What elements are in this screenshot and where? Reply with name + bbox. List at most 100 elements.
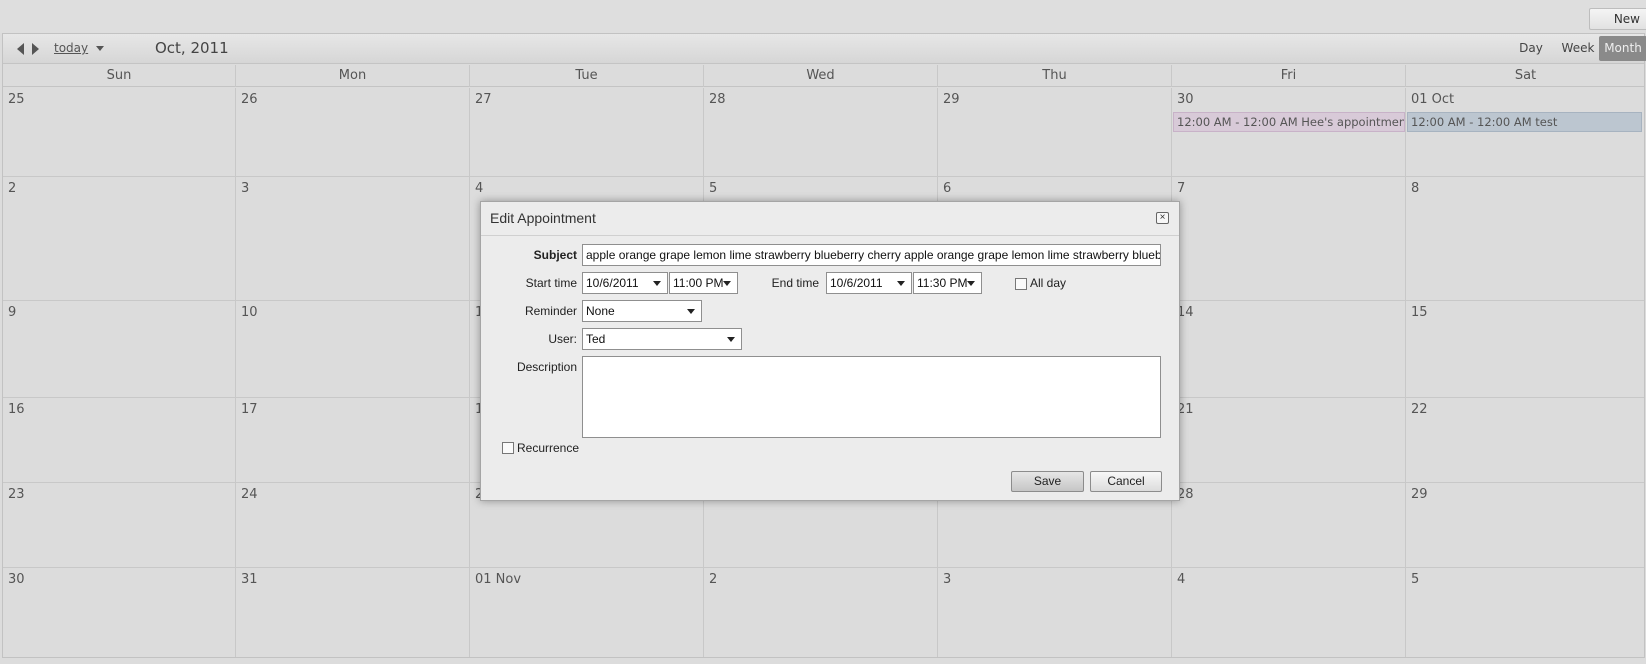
day-cell[interactable]: 2 bbox=[3, 177, 236, 300]
end-time-select[interactable]: 11:30 PM bbox=[913, 272, 982, 294]
day-cell[interactable]: 23 bbox=[3, 483, 236, 567]
day-number: 5 bbox=[1411, 572, 1420, 587]
day-number: 30 bbox=[1177, 92, 1194, 107]
day-cell[interactable]: 3 bbox=[938, 568, 1172, 657]
day-number: 27 bbox=[475, 92, 492, 107]
day-cell[interactable]: 26 bbox=[236, 88, 470, 176]
day-cell[interactable]: 31 bbox=[236, 568, 470, 657]
day-cell[interactable]: 30 12:00 AM - 12:00 AM Hee's appointment bbox=[1172, 88, 1406, 176]
edit-appointment-dialog: Edit Appointment × Subject apple orange … bbox=[480, 201, 1180, 501]
subject-input[interactable]: apple orange grape lemon lime strawberry… bbox=[582, 244, 1161, 266]
day-cell[interactable]: 01 Nov bbox=[470, 568, 704, 657]
day-cell[interactable]: 17 bbox=[236, 398, 470, 482]
day-cell[interactable]: 3 bbox=[236, 177, 470, 300]
day-number: 7 bbox=[1177, 181, 1186, 196]
day-number: 25 bbox=[8, 92, 25, 107]
day-number: 10 bbox=[241, 305, 258, 320]
start-date-picker[interactable]: 10/6/2011 bbox=[582, 272, 668, 294]
user-select[interactable]: Ted bbox=[582, 328, 742, 350]
day-number: 3 bbox=[241, 181, 250, 196]
day-number: 30 bbox=[8, 572, 25, 587]
day-number: 24 bbox=[241, 487, 258, 502]
today-link[interactable]: today bbox=[54, 41, 88, 55]
day-cell[interactable]: 10 bbox=[236, 301, 470, 397]
day-number: 01 Nov bbox=[475, 572, 522, 587]
day-number: 8 bbox=[1411, 181, 1420, 196]
week-view-button[interactable]: Week bbox=[1556, 36, 1600, 61]
calendar-toolbar: today Oct, 2011 Day Week Month bbox=[3, 34, 1646, 64]
new-button[interactable]: New bbox=[1588, 8, 1646, 30]
day-cell[interactable]: 29 bbox=[938, 88, 1172, 176]
day-number: 29 bbox=[1411, 487, 1428, 502]
user-value: Ted bbox=[586, 332, 606, 346]
month-title: Oct, 2011 bbox=[155, 39, 229, 57]
weekday-sun: Sun bbox=[3, 65, 236, 87]
date-picker-dropdown-icon[interactable] bbox=[96, 46, 104, 51]
day-cell[interactable]: 8 bbox=[1406, 177, 1645, 300]
start-time-label: Start time bbox=[525, 276, 577, 290]
day-cell[interactable]: 15 bbox=[1406, 301, 1645, 397]
weekday-thu: Thu bbox=[938, 65, 1172, 87]
all-day-checkbox[interactable] bbox=[1015, 278, 1027, 290]
day-number: 29 bbox=[943, 92, 960, 107]
day-cell[interactable]: 21 bbox=[1172, 398, 1406, 482]
user-label: User: bbox=[548, 332, 577, 346]
day-number: 15 bbox=[1411, 305, 1428, 320]
day-number: 31 bbox=[241, 572, 258, 587]
end-date-value: 10/6/2011 bbox=[830, 276, 883, 290]
start-date-value: 10/6/2011 bbox=[586, 276, 639, 290]
event-hees-appointment[interactable]: 12:00 AM - 12:00 AM Hee's appointment bbox=[1173, 112, 1405, 132]
recurrence-checkbox[interactable] bbox=[502, 442, 514, 454]
recurrence-label: Recurrence bbox=[517, 441, 580, 455]
day-number: 16 bbox=[8, 402, 25, 417]
day-cell[interactable]: 14 bbox=[1172, 301, 1406, 397]
day-cell[interactable]: 4 bbox=[1172, 568, 1406, 657]
next-arrow-icon[interactable] bbox=[32, 43, 39, 55]
close-icon[interactable]: × bbox=[1156, 212, 1169, 224]
day-number: 6 bbox=[943, 181, 952, 196]
description-textarea[interactable] bbox=[582, 356, 1161, 438]
day-cell[interactable]: 29 bbox=[1406, 483, 1645, 567]
chevron-down-icon bbox=[727, 337, 735, 342]
end-time-label: End time bbox=[771, 276, 819, 290]
day-cell[interactable]: 28 bbox=[704, 88, 938, 176]
day-cell[interactable]: 30 bbox=[3, 568, 236, 657]
day-cell[interactable]: 5 bbox=[1406, 568, 1645, 657]
previous-arrow-icon[interactable] bbox=[17, 43, 24, 55]
weekday-fri: Fri bbox=[1172, 65, 1406, 87]
day-number: 5 bbox=[709, 181, 718, 196]
weekday-tue: Tue bbox=[470, 65, 704, 87]
day-cell[interactable]: 01 Oct 12:00 AM - 12:00 AM test bbox=[1406, 88, 1645, 176]
day-cell[interactable]: 22 bbox=[1406, 398, 1645, 482]
day-cell[interactable]: 28 bbox=[1172, 483, 1406, 567]
save-button[interactable]: Save bbox=[1011, 471, 1084, 492]
start-time-select[interactable]: 11:00 PM bbox=[669, 272, 738, 294]
weekday-wed: Wed bbox=[704, 65, 938, 87]
description-label: Description bbox=[516, 360, 577, 374]
dialog-divider bbox=[481, 235, 1179, 236]
end-date-picker[interactable]: 10/6/2011 bbox=[826, 272, 912, 294]
chevron-down-icon bbox=[687, 309, 695, 314]
event-test[interactable]: 12:00 AM - 12:00 AM test bbox=[1407, 112, 1642, 132]
day-cell[interactable]: 24 bbox=[236, 483, 470, 567]
top-bar: New bbox=[0, 0, 1646, 33]
chevron-down-icon bbox=[653, 281, 661, 286]
day-cell[interactable]: 27 bbox=[470, 88, 704, 176]
weekday-sat: Sat bbox=[1514, 68, 1537, 83]
month-view-button[interactable]: Month bbox=[1599, 36, 1646, 61]
day-number: 01 Oct bbox=[1411, 92, 1455, 107]
day-cell[interactable]: 9 bbox=[3, 301, 236, 397]
day-view-button[interactable]: Day bbox=[1513, 36, 1549, 61]
day-cell[interactable]: 25 bbox=[3, 88, 236, 176]
cancel-button[interactable]: Cancel bbox=[1090, 471, 1162, 492]
reminder-label: Reminder bbox=[524, 304, 577, 318]
dialog-title: Edit Appointment bbox=[490, 210, 596, 226]
reminder-select[interactable]: None bbox=[582, 300, 702, 322]
chevron-down-icon bbox=[967, 281, 975, 286]
week-row: 25 26 27 28 29 30 12:00 AM - 12:00 AM He… bbox=[3, 88, 1644, 177]
day-number: 26 bbox=[241, 92, 258, 107]
day-cell[interactable]: 7 bbox=[1172, 177, 1406, 300]
day-number: 28 bbox=[709, 92, 726, 107]
day-cell[interactable]: 2 bbox=[704, 568, 938, 657]
day-cell[interactable]: 16 bbox=[3, 398, 236, 482]
